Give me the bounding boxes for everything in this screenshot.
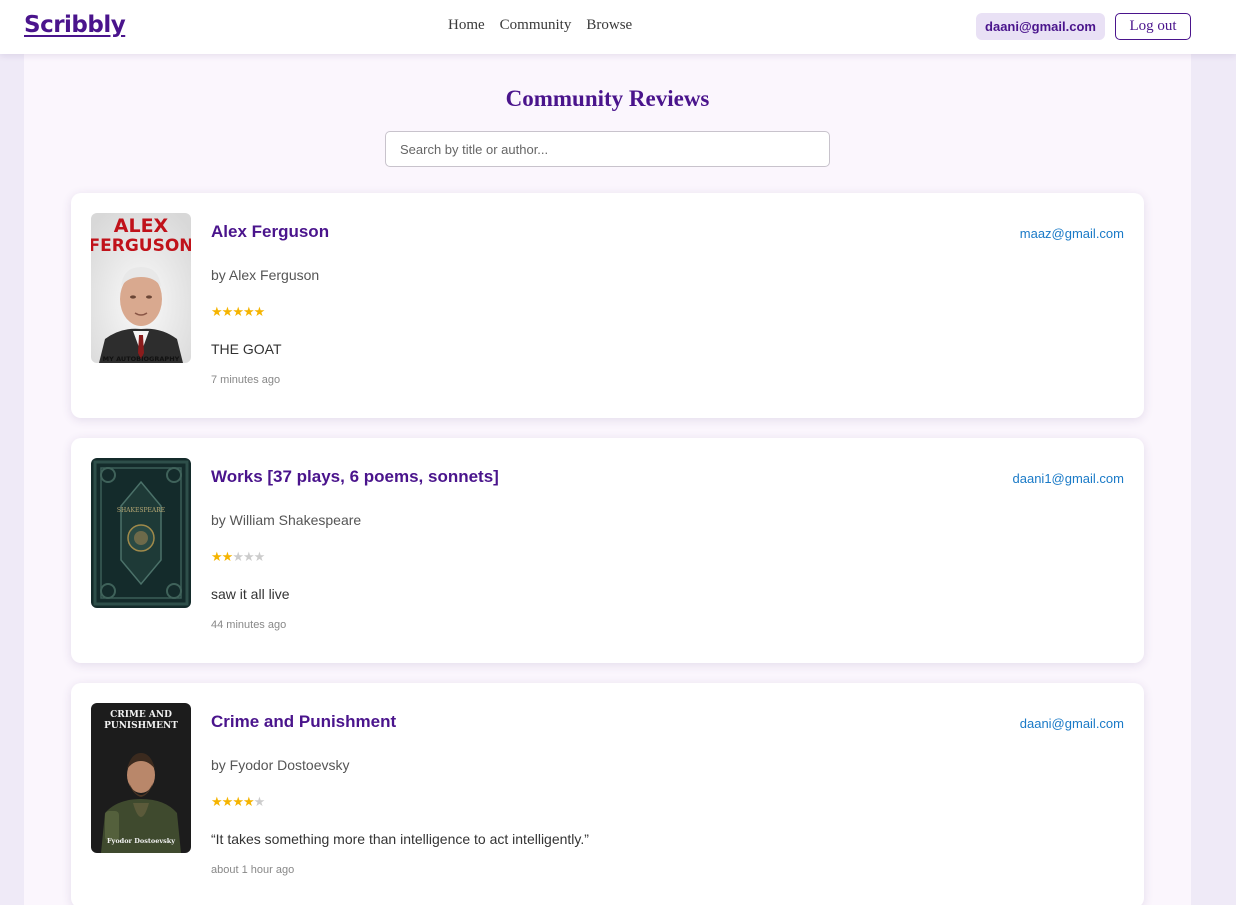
book-author: by Alex Ferguson: [211, 267, 320, 283]
review-card: CRIME AND PUNISHMENT Fyodor Dostoevsky C…: [71, 683, 1144, 905]
main-content: Community Reviews Search by title or aut…: [24, 54, 1191, 905]
star-filled-icon: ★: [242, 795, 255, 810]
nav-home[interactable]: Home: [448, 17, 485, 34]
book-title[interactable]: Works [37 plays, 6 poems, sonnets]: [211, 467, 499, 487]
star-filled-icon: ★: [232, 305, 244, 320]
page-title: Community Reviews: [505, 86, 710, 111]
book-title[interactable]: Alex Ferguson: [211, 222, 329, 242]
star-rating: ★★★★★: [211, 795, 266, 810]
star-filled-icon: ★: [253, 305, 266, 320]
review-text: THE GOAT: [211, 341, 282, 357]
nav-community[interactable]: Community: [500, 17, 572, 34]
cover-text-footer: Fyodor Dostoevsky: [107, 837, 175, 845]
review-timestamp: 7 minutes ago: [211, 374, 281, 386]
star-empty-icon: ★: [253, 795, 266, 810]
top-navbar: Scribbly Home Community Browse daani@gma…: [0, 0, 1236, 54]
book-cover[interactable]: ALEX FERGUSON MY AUTOBIOGRAPHY: [91, 213, 191, 363]
star-filled-icon: ★: [221, 795, 234, 810]
review-timestamp: 44 minutes ago: [211, 619, 287, 631]
star-rating: ★★★★★: [211, 305, 266, 320]
book-cover[interactable]: SHAKESPEARE: [91, 458, 191, 608]
search-input[interactable]: [385, 131, 830, 167]
logo[interactable]: Scribbly: [24, 12, 126, 38]
reviewer-email[interactable]: daani1@gmail.com: [1013, 471, 1124, 486]
book-cover[interactable]: CRIME AND PUNISHMENT Fyodor Dostoevsky: [91, 703, 191, 853]
main-nav: Home Community Browse: [448, 17, 632, 34]
review-card: SHAKESPEARE Works [37 plays, 6 poems, so…: [71, 438, 1144, 663]
cover-text-line1: SHAKESPEARE: [117, 507, 165, 514]
cover-text-line1: CRIME AND: [110, 710, 172, 720]
cover-text-line1: ALEX: [114, 215, 169, 237]
user-email-badge: daani@gmail.com: [976, 13, 1105, 40]
book-title[interactable]: Crime and Punishment: [211, 712, 396, 732]
cover-text-line2: PUNISHMENT: [104, 721, 178, 731]
reviewer-email[interactable]: maaz@gmail.com: [1020, 226, 1124, 241]
star-empty-icon: ★: [232, 550, 244, 565]
review-timestamp: about 1 hour ago: [211, 864, 295, 876]
review-text: saw it all live: [211, 586, 290, 602]
star-filled-icon: ★: [211, 795, 223, 810]
star-rating: ★★★★★: [211, 550, 266, 565]
cover-text-line2: FERGUSON: [91, 236, 191, 256]
star-filled-icon: ★: [211, 305, 223, 320]
review-card: ALEX FERGUSON MY AUTOBIOGRAPHY Alex Ferg…: [71, 193, 1144, 418]
reviewer-email[interactable]: daani@gmail.com: [1020, 716, 1124, 731]
star-empty-icon: ★: [253, 550, 266, 565]
star-filled-icon: ★: [232, 795, 244, 810]
star-empty-icon: ★: [242, 550, 255, 565]
book-author: by William Shakespeare: [211, 512, 362, 528]
star-filled-icon: ★: [221, 305, 234, 320]
star-filled-icon: ★: [211, 550, 223, 565]
review-text: “It takes something more than intelligen…: [211, 831, 589, 847]
cover-text-footer: MY AUTOBIOGRAPHY: [103, 355, 180, 363]
book-author: by Fyodor Dostoevsky: [211, 757, 350, 773]
star-filled-icon: ★: [221, 550, 234, 565]
logout-button[interactable]: Log out: [1115, 13, 1191, 40]
star-filled-icon: ★: [242, 305, 255, 320]
nav-browse[interactable]: Browse: [586, 17, 632, 34]
